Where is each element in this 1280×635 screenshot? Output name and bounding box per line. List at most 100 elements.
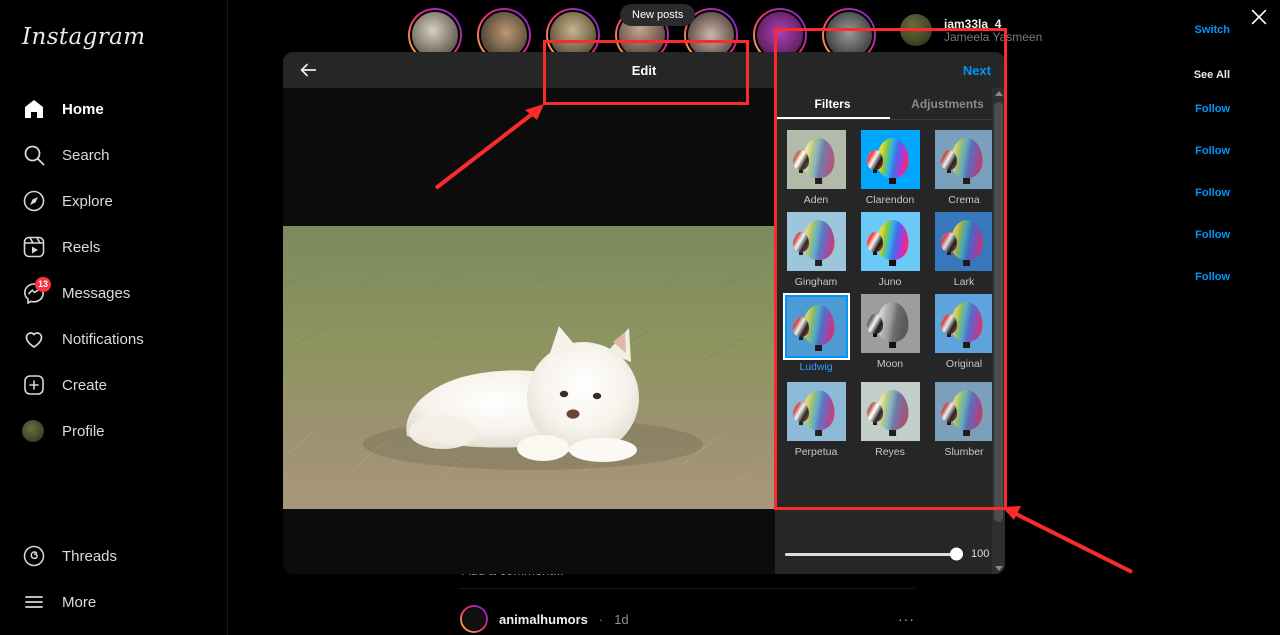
filter-thumbnail <box>786 130 846 189</box>
sidebar-label-create: Create <box>62 376 108 394</box>
next-button[interactable]: Next <box>963 63 991 78</box>
filter-name: Lark <box>953 276 975 288</box>
edit-photo-modal: Edit Next Filters Adjustments Aden Clare… <box>283 52 1005 574</box>
filter-option-ludwig[interactable]: Ludwig <box>784 295 848 373</box>
sidebar-label-notifications: Notifications <box>62 330 144 348</box>
post-author-avatar <box>460 605 488 633</box>
filter-thumbnail <box>860 212 920 271</box>
secondary-nav: Threads More <box>12 533 216 625</box>
follow-button[interactable]: Follow <box>1195 187 1230 199</box>
sidebar-item-home[interactable]: Home <box>12 86 215 132</box>
filter-strength-slider[interactable]: 100 <box>775 542 1005 574</box>
new-posts-pill[interactable]: New posts <box>620 4 696 26</box>
filter-option-aden[interactable]: Aden <box>784 130 848 206</box>
sidebar-item-explore[interactable]: Explore <box>12 178 215 224</box>
post-time: 1d <box>614 611 629 627</box>
current-user-fullname: Jameela Yasmeen <box>944 29 1043 44</box>
sidebar-item-create[interactable]: Create <box>12 362 215 408</box>
sidebar-label-search: Search <box>62 146 110 164</box>
sidebar-item-reels[interactable]: Reels <box>12 224 215 270</box>
home-icon <box>22 97 46 121</box>
messenger-icon: 13 <box>22 277 52 305</box>
slider-knob[interactable] <box>950 547 963 561</box>
switch-account-button[interactable]: Switch <box>1195 24 1230 36</box>
current-user-avatar <box>900 14 932 46</box>
scrollbar-thumb[interactable] <box>994 102 1003 522</box>
post-header-row[interactable]: animalhumors · 1d ··· <box>460 605 915 633</box>
filter-name: Slumber <box>944 446 984 458</box>
sidebar-item-profile[interactable]: Profile <box>12 408 215 454</box>
filter-grid: Aden Clarendon Crema Gingham Juno Lark Ludwig M… <box>784 130 996 458</box>
threads-icon <box>22 544 46 568</box>
filter-name: Original <box>945 358 983 370</box>
sidebar-label-messages: Messages <box>62 284 131 302</box>
filter-option-original[interactable]: Original <box>932 294 996 376</box>
filter-scrollbar[interactable] <box>992 88 1005 574</box>
reels-icon <box>22 235 46 259</box>
tab-filters[interactable]: Filters <box>775 88 890 119</box>
current-user-row[interactable]: jam33la_4 Jameela Yasmeen Switch <box>900 14 1230 46</box>
scroll-down-icon[interactable] <box>994 566 1003 571</box>
sidebar-label-reels: Reels <box>62 238 101 256</box>
modal-title: Edit <box>631 62 657 78</box>
filter-name: Clarendon <box>865 194 915 206</box>
hamburger-icon <box>22 590 46 614</box>
filter-option-lark[interactable]: Lark <box>932 212 996 288</box>
filter-option-juno[interactable]: Juno <box>858 212 922 288</box>
filter-name: Perpetua <box>794 446 838 458</box>
filters-scroll-area[interactable]: Aden Clarendon Crema Gingham Juno Lark Ludwig M… <box>775 120 1005 542</box>
filter-thumbnail <box>934 130 994 189</box>
primary-nav: Home Search Explore Reels 13 Messages No… <box>12 86 215 454</box>
filter-option-perpetua[interactable]: Perpetua <box>784 382 848 458</box>
search-icon <box>22 143 46 167</box>
follow-button[interactable]: Follow <box>1195 229 1230 241</box>
sidebar-label-more: More <box>62 593 97 611</box>
modal-header: Edit Next <box>283 52 1005 88</box>
back-arrow-icon[interactable] <box>297 59 319 81</box>
filter-name: Gingham <box>794 276 838 288</box>
sidebar-item-messages[interactable]: 13 Messages <box>12 270 215 316</box>
filter-name: Reyes <box>875 446 905 458</box>
sidebar-item-search[interactable]: Search <box>12 132 215 178</box>
filter-thumbnail <box>934 212 994 271</box>
post-separator: · <box>598 611 604 627</box>
filter-option-clarendon[interactable]: Clarendon <box>858 130 922 206</box>
filter-option-crema[interactable]: Crema <box>932 130 996 206</box>
filter-option-reyes[interactable]: Reyes <box>858 382 922 458</box>
filter-thumbnail <box>860 130 920 189</box>
instagram-logo[interactable]: Instagram <box>12 14 215 50</box>
filter-thumbnail <box>786 212 846 271</box>
filter-name: Crema <box>948 194 980 206</box>
filter-option-moon[interactable]: Moon <box>858 294 922 376</box>
sidebar-label-explore: Explore <box>62 192 113 210</box>
filter-tabs: Filters Adjustments <box>775 88 1005 120</box>
follow-button[interactable]: Follow <box>1195 103 1230 115</box>
filter-name: Moon <box>876 358 904 370</box>
post-author-name[interactable]: animalhumors <box>499 612 588 627</box>
see-all-button[interactable]: See All <box>1194 69 1230 81</box>
sidebar-item-threads[interactable]: Threads <box>12 533 216 579</box>
sidebar-item-more[interactable]: More <box>12 579 216 625</box>
messages-badge: 13 <box>35 277 52 292</box>
more-options-icon[interactable]: ··· <box>898 611 915 627</box>
sidebar-label-home: Home <box>62 100 104 118</box>
modal-body: Filters Adjustments Aden Clarendon Crema Gi… <box>283 88 1005 574</box>
filter-thumbnail <box>860 294 920 353</box>
compass-icon <box>22 189 46 213</box>
follow-button[interactable]: Follow <box>1195 271 1230 283</box>
filter-thumbnail <box>784 295 848 358</box>
tab-adjustments[interactable]: Adjustments <box>890 88 1005 119</box>
filter-name: Aden <box>803 194 829 206</box>
slider-track[interactable] <box>785 547 963 561</box>
filter-option-gingham[interactable]: Gingham <box>784 212 848 288</box>
plus-square-icon <box>22 373 46 397</box>
filter-option-slumber[interactable]: Slumber <box>932 382 996 458</box>
photo-canvas <box>283 88 775 574</box>
follow-button[interactable]: Follow <box>1195 145 1230 157</box>
scroll-up-icon[interactable] <box>994 91 1003 96</box>
filter-thumbnail <box>786 382 846 441</box>
close-icon[interactable] <box>1248 6 1270 28</box>
photo-preview[interactable] <box>283 226 775 509</box>
sidebar-item-notifications[interactable]: Notifications <box>12 316 215 362</box>
left-sidebar: Instagram Home Search Explore Reels 13 M… <box>0 0 228 635</box>
